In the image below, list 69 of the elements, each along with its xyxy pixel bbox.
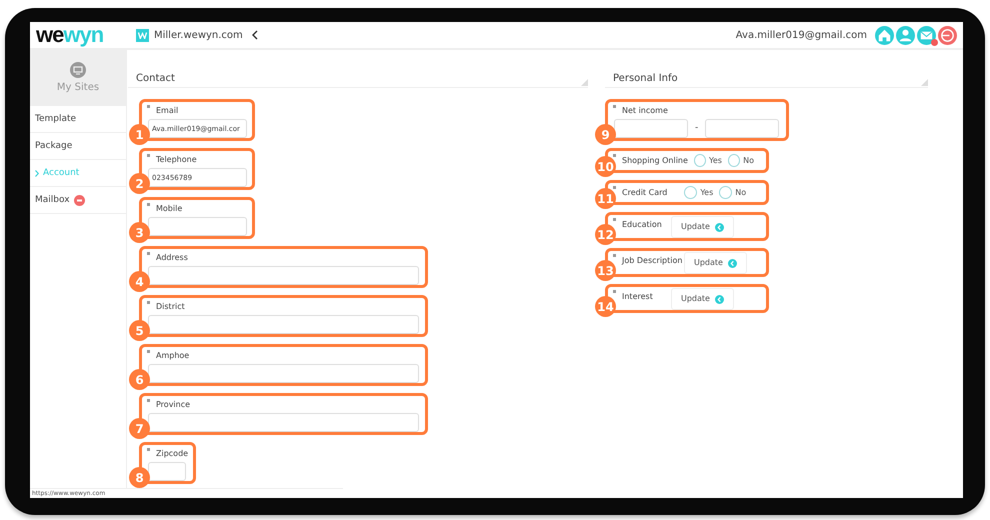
input-field[interactable]	[148, 315, 419, 334]
field-label: Telephone	[155, 154, 198, 165]
step-marker: 2	[129, 173, 150, 194]
monitor-icon	[70, 62, 86, 78]
field-label: District	[155, 301, 186, 312]
update-button[interactable]: Update	[684, 252, 747, 274]
sidebar-item[interactable]: Template	[30, 107, 126, 133]
sidebar-item[interactable]: Package	[30, 134, 126, 160]
radio-button[interactable]	[684, 186, 698, 199]
step-marker: 13	[595, 260, 616, 281]
input-field[interactable]	[614, 119, 688, 138]
option-label: Yes	[709, 154, 722, 166]
step-marker: 11	[595, 188, 616, 209]
step-marker: 14	[595, 296, 616, 317]
section-title: Personal Info	[613, 72, 678, 86]
user-email: Ava.miller019@gmail.com	[736, 28, 867, 42]
back-chevron-icon[interactable]	[250, 30, 259, 40]
step-marker: 7	[129, 418, 150, 439]
input-field[interactable]	[148, 462, 186, 481]
update-button[interactable]: Update	[671, 288, 734, 310]
field-label: Net income	[621, 105, 669, 116]
input-field[interactable]	[148, 266, 419, 285]
logout-icon[interactable]	[938, 26, 957, 44]
chevron-icon	[35, 170, 39, 177]
resize-grip-icon	[581, 79, 588, 86]
home-icon[interactable]	[875, 26, 894, 44]
radio-button[interactable]	[728, 154, 740, 167]
step-marker: 5	[129, 320, 150, 341]
user-icon[interactable]	[896, 26, 915, 44]
input-field[interactable]	[148, 413, 419, 432]
step-marker: 8	[129, 467, 150, 488]
field-label: Shopping Online	[621, 155, 688, 166]
step-marker: 6	[129, 369, 150, 390]
field-label: Email	[155, 105, 180, 116]
option-label: No	[735, 186, 746, 198]
logo: wewyn	[36, 24, 104, 46]
back-arrow-icon	[714, 222, 724, 232]
range-separator: -	[695, 122, 698, 135]
step-marker: 12	[595, 224, 616, 245]
option-label: No	[743, 154, 754, 166]
site-name[interactable]: Miller.wewyn.com	[154, 28, 243, 42]
option-label: Yes	[700, 186, 714, 198]
field-label: Education	[621, 219, 663, 230]
back-arrow-icon	[728, 258, 737, 268]
step-marker: 10	[595, 156, 616, 177]
field-label: Amphoe	[155, 350, 190, 361]
input-field[interactable]	[148, 217, 247, 236]
input-field[interactable]	[705, 119, 780, 138]
sidebar-item[interactable]: Mailbox	[30, 188, 126, 214]
field-label: Address	[155, 252, 189, 263]
field-label: Interest	[621, 291, 654, 302]
step-marker: 4	[129, 271, 150, 292]
step-marker: 1	[129, 124, 150, 145]
field-label: Credit Card	[621, 187, 668, 198]
field-label: Province	[155, 399, 192, 410]
input-field[interactable]	[148, 364, 419, 383]
field-label: Job Description	[620, 255, 684, 266]
update-button[interactable]: Update	[671, 216, 734, 238]
radio-button[interactable]	[719, 186, 732, 199]
mail-icon[interactable]	[917, 26, 936, 44]
step-marker: 3	[129, 222, 150, 243]
field-label: Zipcode	[155, 448, 187, 459]
site-icon	[136, 28, 149, 42]
section-title: Contact	[136, 72, 175, 86]
radio-button[interactable]	[694, 154, 706, 167]
step-marker: 9	[595, 124, 616, 145]
field-label: Mobile	[155, 203, 184, 214]
resize-grip-icon	[921, 79, 928, 86]
back-arrow-icon	[714, 294, 724, 304]
